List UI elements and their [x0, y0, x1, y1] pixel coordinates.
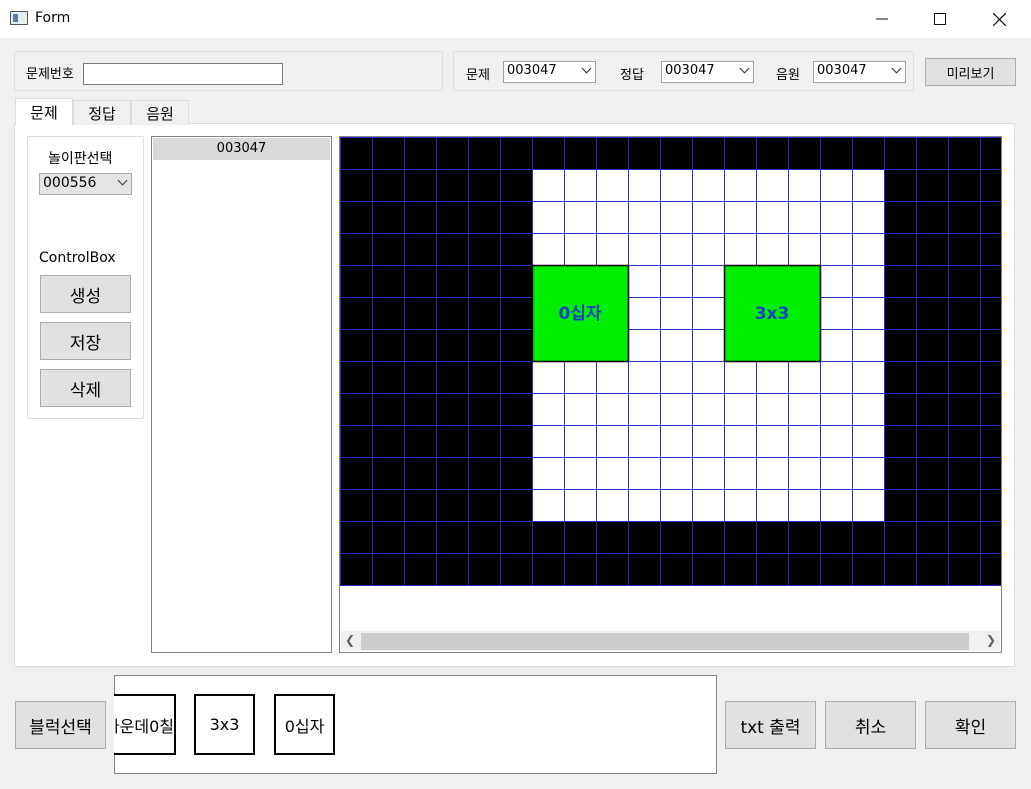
controlbox-label: ControlBox [39, 250, 116, 266]
board-block-label: 0십자 [558, 304, 601, 324]
maximize-icon[interactable] [911, 0, 969, 38]
problem-listbox[interactable] [151, 136, 332, 653]
scrollbar-thumb[interactable] [361, 633, 969, 650]
tab-problem[interactable]: 문제 [15, 98, 73, 125]
board-canvas[interactable]: 0십자 3x3 [339, 136, 1002, 653]
palette-block[interactable]: 가운데0칠 [114, 694, 176, 755]
palette-block[interactable]: 3x3 [194, 694, 255, 755]
audio-select-label: 음원 [776, 68, 800, 83]
answer-select-label: 정답 [620, 68, 644, 83]
tab-audio[interactable]: 음원 [131, 100, 189, 125]
tab-answer[interactable]: 정답 [73, 100, 131, 125]
ok-button[interactable]: 확인 [925, 701, 1016, 749]
delete-button[interactable]: 삭제 [40, 369, 131, 407]
answer-select-value: 003047 [665, 63, 715, 78]
txt-export-button[interactable]: txt 출력 [725, 701, 816, 749]
problem-select-label: 문제 [466, 68, 490, 83]
list-item[interactable]: 003047 [153, 138, 330, 160]
arrow-right-icon[interactable]: ❯ [986, 633, 996, 647]
board-block-label: 3x3 [755, 304, 790, 324]
arrow-left-icon[interactable]: ❮ [345, 633, 355, 647]
board-select-label: 놀이판선택 [48, 151, 113, 167]
problem-select-value: 003047 [507, 63, 557, 78]
audio-select[interactable]: 003047 [813, 61, 906, 83]
chevron-down-icon [117, 175, 128, 186]
block-select-button[interactable]: 블럭선택 [15, 701, 106, 749]
palette-block[interactable]: 0십자 [274, 694, 335, 755]
chevron-down-icon [581, 63, 592, 74]
problem-number-label: 문제번호 [26, 67, 74, 82]
board-grid[interactable]: 0십자 3x3 [340, 137, 1002, 586]
close-icon[interactable] [970, 0, 1028, 38]
cancel-button[interactable]: 취소 [825, 701, 916, 749]
chevron-down-icon [739, 63, 750, 74]
board-select[interactable]: 000556 [39, 173, 132, 195]
audio-select-value: 003047 [817, 63, 867, 78]
window-title: Form [35, 10, 71, 26]
create-button[interactable]: 생성 [40, 275, 131, 313]
answer-select[interactable]: 003047 [661, 61, 754, 83]
save-button[interactable]: 저장 [40, 322, 131, 360]
problem-number-input[interactable] [83, 63, 283, 85]
problem-select[interactable]: 003047 [503, 61, 596, 83]
chevron-down-icon [891, 63, 902, 74]
minimize-icon[interactable] [853, 0, 911, 38]
preview-button[interactable]: 미리보기 [925, 58, 1016, 86]
board-select-value: 000556 [43, 175, 97, 191]
app-icon [10, 11, 28, 25]
